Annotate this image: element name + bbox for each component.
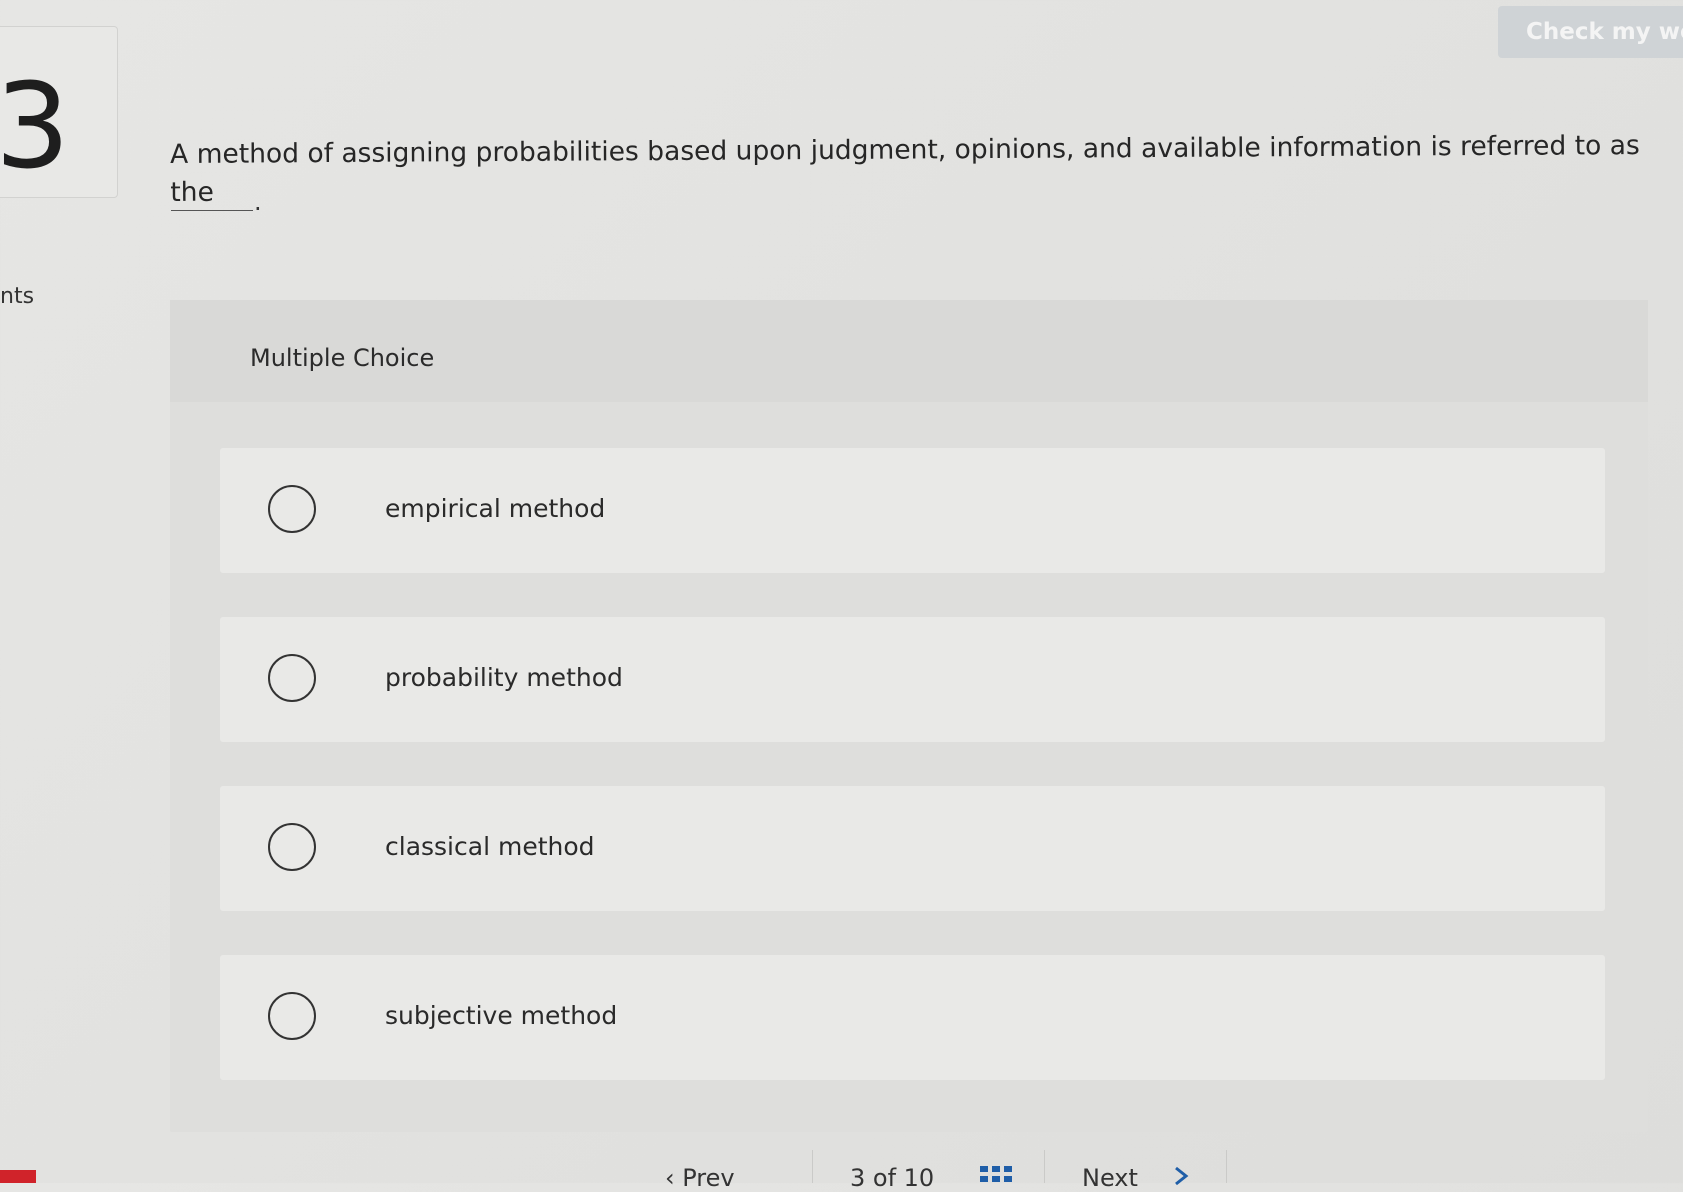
option-subjective[interactable]: subjective method (220, 955, 1605, 1080)
next-button[interactable]: Next (1082, 1164, 1138, 1192)
option-label: probability method (385, 662, 623, 692)
radio-button[interactable] (268, 484, 316, 533)
bottom-navigation-bar: ‹ Prev 3 of 10 Next (0, 1150, 1683, 1192)
page-indicator: 3 of 10 (850, 1164, 935, 1192)
question-prompt: A method of assigning probabilities base… (170, 130, 1640, 208)
option-label: classical method (385, 831, 595, 861)
nav-divider (812, 1150, 813, 1183)
question-number-box: 3 (0, 26, 118, 198)
question-number: 3 (0, 57, 71, 195)
option-label: subjective method (385, 1000, 618, 1030)
radio-button[interactable] (268, 822, 316, 871)
blank-period: . (254, 188, 262, 216)
options-list: empirical method probability method clas… (220, 448, 1605, 1124)
option-label: empirical method (385, 493, 606, 523)
multiple-choice-header: Multiple Choice (170, 300, 1648, 402)
nav-divider (1044, 1150, 1045, 1183)
grid-icon[interactable] (980, 1166, 1014, 1184)
chevron-right-icon[interactable] (1172, 1166, 1194, 1186)
option-classical[interactable]: classical method (220, 786, 1605, 911)
points-label: nts (0, 284, 35, 309)
answer-blank (171, 210, 253, 211)
prev-button[interactable]: ‹ Prev (665, 1164, 735, 1192)
check-my-work-button[interactable]: Check my wo (1498, 6, 1683, 58)
nav-divider (1226, 1150, 1227, 1183)
radio-button[interactable] (268, 653, 316, 702)
option-empirical[interactable]: empirical method (220, 448, 1605, 573)
radio-button[interactable] (268, 991, 316, 1040)
red-side-tab[interactable] (0, 1170, 36, 1183)
multiple-choice-title: Multiple Choice (250, 344, 435, 372)
multiple-choice-panel: Multiple Choice empirical method probabi… (170, 300, 1648, 1132)
option-probability[interactable]: probability method (220, 617, 1605, 742)
